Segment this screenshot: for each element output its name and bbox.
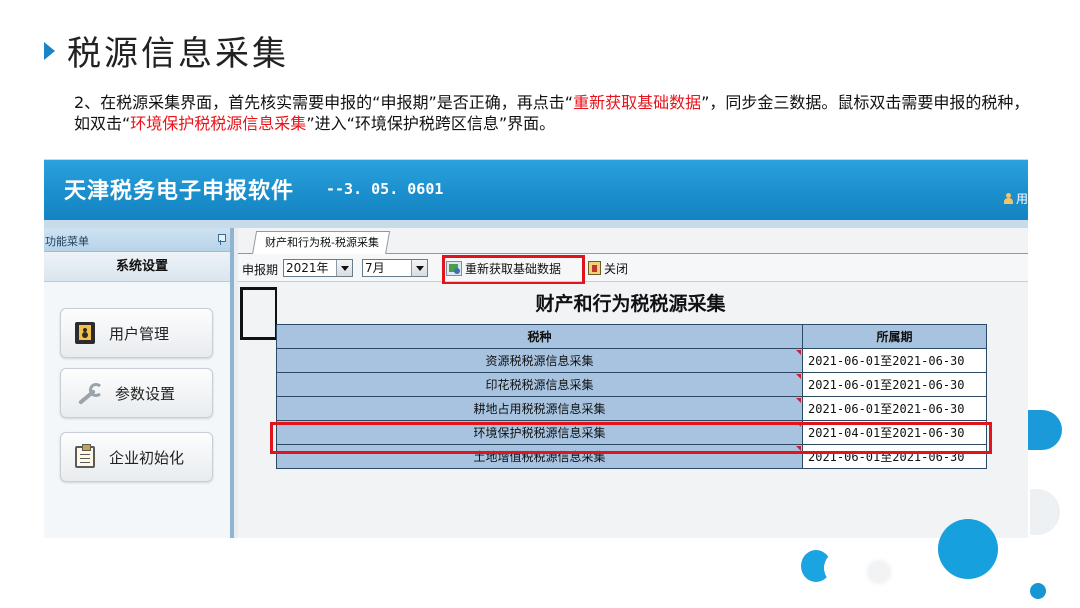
year-value: 2021年	[286, 261, 329, 275]
highlight-box-environmental-row	[270, 422, 992, 454]
tax-type-cell[interactable]: 印花税税源信息采集	[276, 372, 803, 397]
titlebar-divider	[44, 220, 1028, 228]
sidebar: 功能菜单 系统设置 用户管理 参数设置 企业初始化	[44, 228, 234, 538]
user-label: 用	[1015, 192, 1028, 206]
pin-icon[interactable]	[218, 234, 226, 245]
enterprise-init-button[interactable]: 企业初始化	[60, 432, 213, 482]
form-title: 财产和行为税税源采集	[535, 293, 726, 315]
tab-tax-source-collection[interactable]: 财产和行为税-税源采集	[251, 231, 391, 255]
instruction-text: 2、在税源采集界面，首先核实需要申报的“申报期”是否正确，再点击“重新获取基础数…	[74, 92, 1034, 134]
clipboard-icon	[75, 444, 95, 468]
column-header: 税种	[276, 324, 803, 349]
user-management-button[interactable]: 用户管理	[60, 308, 213, 358]
button-label: 用户管理	[109, 324, 170, 343]
decorative-circle	[1030, 583, 1046, 599]
month-select[interactable]: 7月	[362, 259, 428, 277]
instruction-highlight: 环境保护税税源信息采集	[130, 114, 307, 133]
instruction-part: 2、在税源采集界面，首先核实需要申报的“申报期”是否正确，再点击“	[74, 93, 574, 112]
tax-type-cell[interactable]: 资源税税源信息采集	[276, 348, 803, 373]
parameter-settings-button[interactable]: 参数设置	[60, 368, 213, 418]
slide-header: 税源信息采集	[44, 26, 289, 75]
month-value: 7月	[365, 261, 385, 275]
decorative-circle	[824, 552, 854, 584]
app-version: --3. 05. 0601	[326, 180, 444, 198]
tab-label: 财产和行为税-税源采集	[265, 236, 379, 249]
sidebar-header-label: 功能菜单	[45, 235, 89, 248]
row-selector-box	[240, 287, 277, 340]
form-area: 财产和行为税税源采集 税种 所属期 资源税税源信息采集 2021-06-01至2…	[238, 284, 1028, 538]
period-cell: 2021-06-01至2021-06-30	[802, 372, 987, 397]
close-button[interactable]: 关闭	[588, 259, 628, 277]
triangle-marker-icon	[44, 41, 55, 60]
button-label: 企业初始化	[109, 448, 185, 467]
column-header: 所属期	[802, 324, 987, 349]
table-row[interactable]: 耕地占用税税源信息采集 2021-06-01至2021-06-30	[276, 396, 987, 421]
decorative-circle	[1030, 489, 1060, 535]
close-icon	[588, 261, 601, 275]
decorative-circle	[868, 561, 890, 583]
sidebar-header: 功能菜单	[44, 228, 230, 252]
table-row[interactable]: 印花税税源信息采集 2021-06-01至2021-06-30	[276, 372, 987, 397]
main-panel: 财产和行为税-税源采集 申报期 2021年 7月 重新获取基础数据 关闭 财产和…	[238, 228, 1028, 538]
year-select[interactable]: 2021年	[283, 259, 353, 277]
chevron-down-icon[interactable]	[411, 260, 427, 276]
user-icon	[1003, 192, 1014, 205]
toolbar: 申报期 2021年 7月 重新获取基础数据 关闭	[238, 254, 1028, 285]
chevron-down-icon[interactable]	[336, 260, 352, 276]
app-window: 天津税务电子申报软件 --3. 05. 0601 用 功能菜单 系统设置 用户管…	[44, 159, 1028, 538]
instruction-highlight: 重新获取基础数据	[573, 93, 702, 112]
table-row[interactable]: 资源税税源信息采集 2021-06-01至2021-06-30	[276, 348, 987, 373]
period-cell: 2021-06-01至2021-06-30	[802, 348, 987, 373]
tab-bar: 财产和行为税-税源采集	[238, 228, 1028, 255]
table-header-row: 税种 所属期	[276, 324, 987, 349]
instruction-part: ”进入“环境保护税跨区信息”界面。	[306, 114, 556, 133]
highlight-box-refresh	[442, 255, 585, 285]
tax-type-cell[interactable]: 耕地占用税税源信息采集	[276, 396, 803, 421]
wrench-icon	[75, 381, 103, 405]
user-menu[interactable]: 用	[1003, 190, 1028, 207]
slide-title: 税源信息采集	[67, 34, 289, 74]
app-titlebar: 天津税务电子申报软件 --3. 05. 0601 用	[44, 160, 1028, 220]
close-button-label: 关闭	[604, 261, 629, 276]
period-cell: 2021-06-01至2021-06-30	[802, 396, 987, 421]
decorative-circle	[1028, 410, 1062, 450]
app-title: 天津税务电子申报软件	[64, 179, 295, 204]
sidebar-section-system-settings[interactable]: 系统设置	[44, 252, 230, 282]
period-label: 申报期	[242, 263, 279, 277]
sidebar-button-panel: 用户管理 参数设置 企业初始化	[44, 282, 230, 538]
button-label: 参数设置	[115, 384, 176, 403]
user-management-icon	[75, 322, 95, 344]
decorative-circle	[938, 519, 998, 579]
